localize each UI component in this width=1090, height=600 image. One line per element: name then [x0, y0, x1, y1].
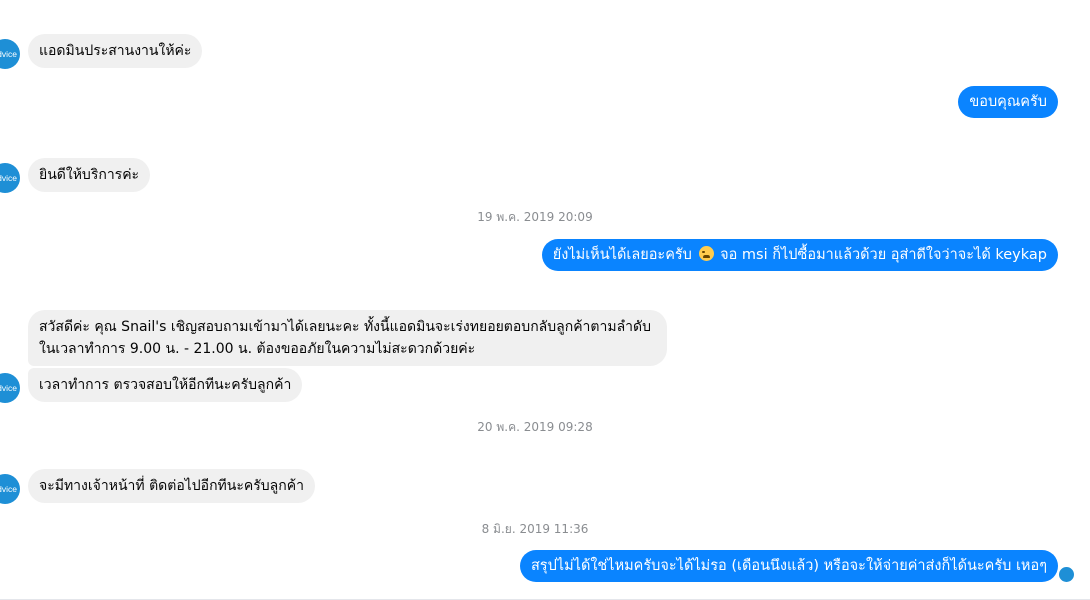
- timestamp: 8 มิ.ย. 2019 11:36: [481, 522, 589, 536]
- incoming-message[interactable]: สวัสดีค่ะ คุณ Snail's เชิญสอบถามเข้ามาได…: [28, 310, 667, 366]
- page-avatar[interactable]: dvice: [0, 474, 20, 504]
- outgoing-message[interactable]: ขอบคุณครับ: [958, 86, 1058, 118]
- page-avatar[interactable]: dvice: [0, 39, 20, 69]
- message-text: จอ msi ก็ไปซื้อมาแล้วด้วย อุส่าดีใจว่าจะ…: [720, 247, 1047, 263]
- seen-avatar-icon: [1059, 567, 1074, 582]
- incoming-message[interactable]: ยินดีให้บริการค่ะ: [28, 158, 151, 192]
- crying-face-emoji-icon: [698, 246, 714, 261]
- outgoing-message[interactable]: สรุปไม่ได้ใช่ไหมครับจะได้ไม่รอ (เดือนนึง…: [519, 550, 1058, 582]
- timestamp: 20 พ.ค. 2019 09:28: [477, 420, 593, 434]
- incoming-message[interactable]: จะมีทางเจ้าหน้าที่ ติดต่อไปอีกทีนะครับลู…: [28, 469, 315, 503]
- outgoing-message[interactable]: ยังไม่เห็นได้เลยอะครับ จอ msi ก็ไปซื้อมา…: [541, 239, 1058, 271]
- timestamp: 19 พ.ค. 2019 20:09: [477, 210, 593, 224]
- page-avatar[interactable]: dvice: [0, 163, 20, 193]
- incoming-message[interactable]: เวลาทำการ ตรวจสอบให้อีกทีนะครับลูกค้า: [28, 368, 303, 402]
- incoming-message[interactable]: แอดมินประสานงานให้ค่ะ: [28, 34, 203, 68]
- page-avatar[interactable]: dvice: [0, 373, 20, 403]
- message-text: ยังไม่เห็นได้เลยอะครับ: [552, 247, 692, 263]
